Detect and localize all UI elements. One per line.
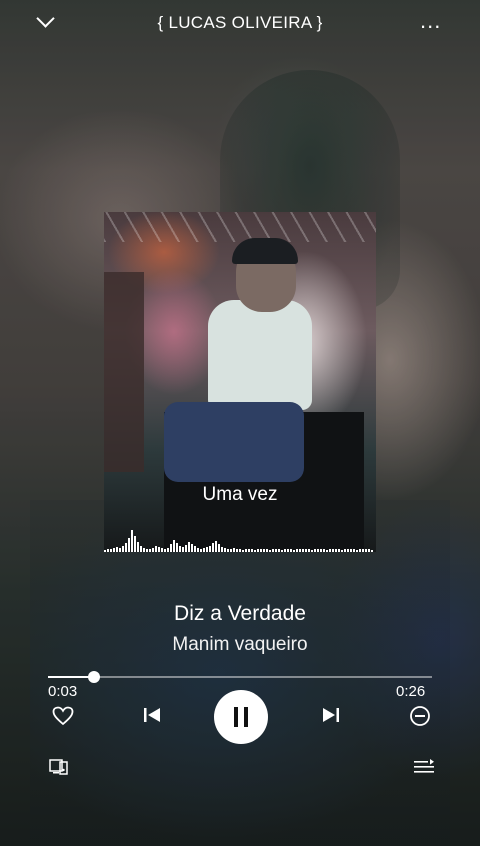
more-dots-icon[interactable]: ... xyxy=(420,10,441,32)
guitarist-figure xyxy=(104,272,144,472)
total-duration: 0:26 xyxy=(396,683,426,700)
minus-circle-icon[interactable] xyxy=(409,705,431,727)
artist-header-title: { LUCAS OLIVEIRA } xyxy=(157,13,323,32)
singer-figure xyxy=(208,300,312,410)
top-bar: { LUCAS OLIVEIRA } ... xyxy=(0,0,480,50)
singer-legs xyxy=(164,402,304,482)
progress-track[interactable] xyxy=(48,671,432,683)
song-artist: Manim vaqueiro xyxy=(172,634,308,655)
progress-thumb[interactable] xyxy=(88,671,101,683)
singer-cap xyxy=(232,238,298,264)
skip-next-icon[interactable] xyxy=(322,707,340,723)
lyric-line: Uma vez xyxy=(202,484,278,505)
skip-previous-icon[interactable] xyxy=(143,707,161,723)
song-title: Diz a Verdade xyxy=(174,602,306,625)
pause-icon[interactable] xyxy=(214,690,268,744)
heart-outline-icon[interactable] xyxy=(52,706,74,726)
album-artwork: Uma vez xyxy=(104,212,376,552)
current-time: 0:03 xyxy=(48,683,78,700)
stage-truss xyxy=(104,212,376,242)
audio-visualizer xyxy=(104,530,373,552)
device-cast-icon[interactable] xyxy=(49,758,69,776)
queue-list-icon[interactable] xyxy=(414,759,434,775)
